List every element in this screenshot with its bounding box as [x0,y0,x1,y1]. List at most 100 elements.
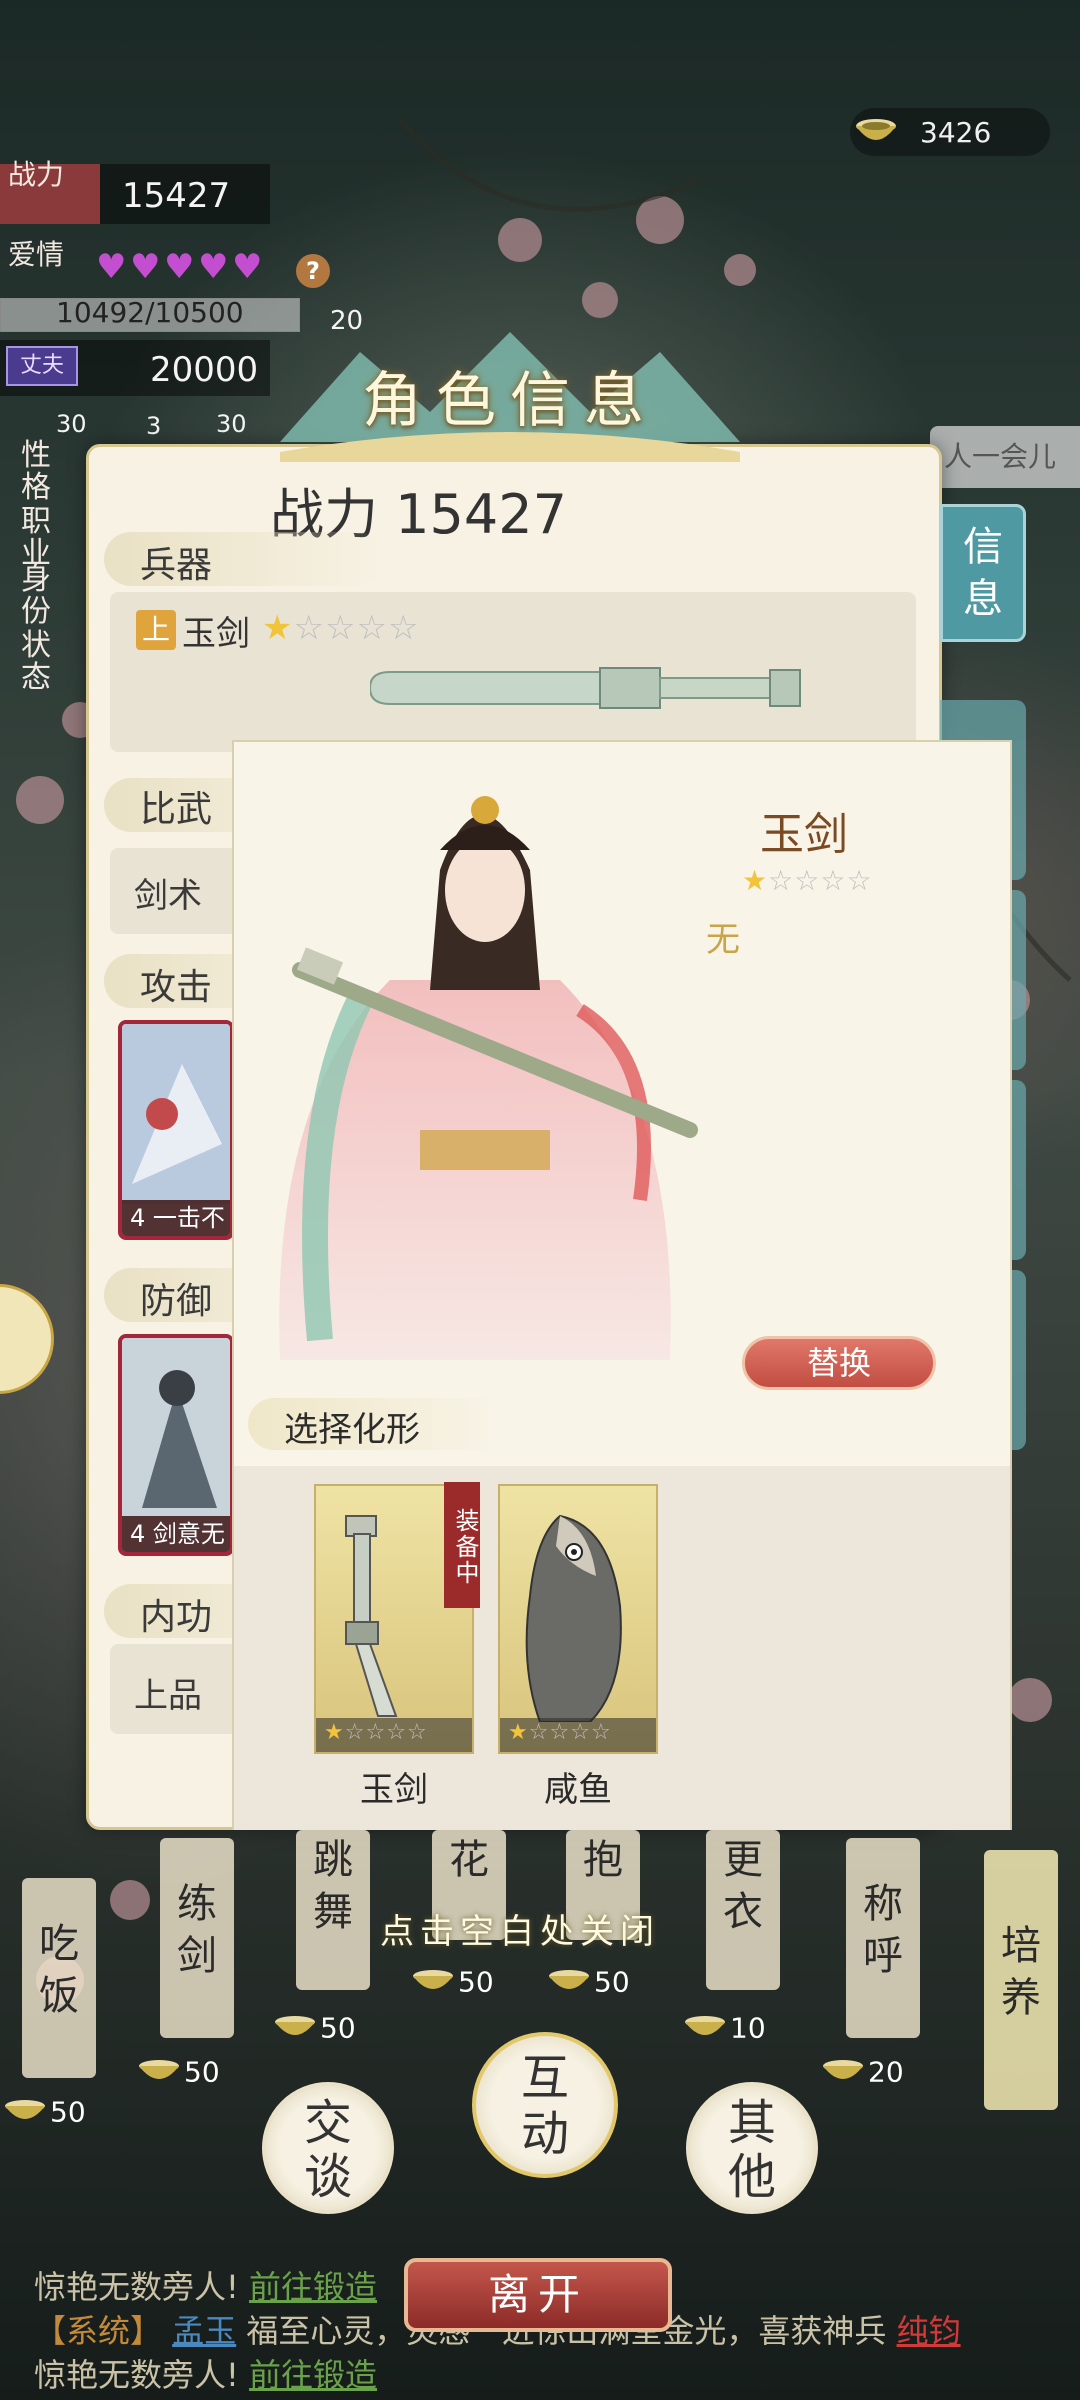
interact-button[interactable]: 互动 [472,2032,618,2178]
cost-hug: 50 [544,1962,630,2002]
heart-icon: ♥ [198,247,229,287]
small-count-2: 3 [146,412,162,440]
forge-link[interactable]: 前往锻造 [249,2268,377,2306]
cost-dance: 50 [270,2008,356,2048]
interact-label: 互动 [520,2050,569,2162]
defense-section-title: 防御 [140,1281,213,1322]
panel-title: 角色信息 [362,366,658,436]
tea-bowl-icon [275,2016,315,2035]
chat-text: 惊艳无数旁人! [34,2356,239,2394]
cost-title: 20 [818,2052,904,2092]
star-icon: ★ [262,608,294,648]
chat-line-3: 惊艳无数旁人! 前往锻造 [34,2350,377,2396]
defense-skill-card[interactable]: 4 剑意无 [118,1334,234,1556]
talk-button[interactable]: 交谈 [262,2082,394,2214]
star-icon: ☆ [356,608,388,648]
husband-badge: 丈夫 [6,346,78,386]
tab-info-label: 信息 [963,524,1003,622]
star-icon: ☆ [528,1720,550,1745]
attack-card-label: 4 一击不 [122,1200,230,1236]
star-icon: ☆ [768,864,795,897]
chat-system-tag: 【系统】 [34,2312,163,2350]
heart-icon: ♥ [130,247,161,287]
action-sword-label: 练剑 [177,1881,217,1979]
martial-section-title: 比武 [140,789,213,830]
salted-fish-icon [525,1514,622,1723]
other-button[interactable]: 其他 [686,2082,818,2214]
star-icon: ☆ [590,1720,612,1745]
action-eat[interactable]: 吃饭 [22,1878,96,2078]
small-count-1: 30 [56,410,87,438]
character-portrait [279,796,698,1360]
leave-button[interactable]: 离开 [404,2258,672,2332]
weapon-name: 玉剑 [182,614,250,654]
action-hug-label: 抱 [583,1837,623,1883]
action-eat-label: 吃饭 [39,1921,79,2019]
star-icon: ☆ [549,1720,571,1745]
action-dance-label: 跳舞 [313,1837,353,1935]
chat-text: 惊艳无数旁人! [34,2268,239,2306]
title-banner: 角色信息 [220,312,800,462]
talk-label: 交谈 [303,2095,352,2205]
action-train-label: 培养 [1001,1923,1041,2021]
star-icon: ☆ [846,864,873,897]
star-icon: ☆ [365,1720,387,1745]
action-train[interactable]: 培养 [984,1850,1058,2110]
weapon-stars: ★☆☆☆☆ [262,608,419,648]
star-icon: ☆ [386,1720,407,1745]
trait-status: 状态 [21,628,57,695]
skin-stars: ★☆☆☆☆ [324,1720,428,1745]
inner-section-title: 内功 [140,1597,213,1638]
tea-currency: 3426 [850,108,1050,156]
replace-button[interactable]: 替换 [742,1336,936,1390]
skin-star-bar: ★☆☆☆☆ [316,1718,472,1752]
help-icon[interactable]: ? [296,254,330,288]
inner-value: 上品 [134,1676,202,1716]
close-hint: 点击空白处关闭 [380,1912,660,1952]
popup-weapon-effect: 无 [706,920,740,960]
trait-personality: 性格 [21,438,57,505]
weapon-grade-badge: 上 [136,610,176,650]
currency-amount: 3426 [920,116,992,149]
right-hint: 人一会儿 [930,426,1080,488]
action-sword[interactable]: 练剑 [160,1838,234,2038]
cost-dance-value: 50 [320,2011,356,2045]
star-icon: ★ [742,864,769,897]
trait-identity: 身份 [21,562,57,629]
skin-stars: ★☆☆☆☆ [508,1720,612,1745]
action-dress-label: 更衣 [723,1837,763,1935]
jade-sword-icon [370,667,801,709]
skin-card-salted-fish[interactable]: ★☆☆☆☆ [498,1484,658,1754]
star-icon: ☆ [794,864,821,897]
tea-bowl-icon [685,2016,725,2035]
star-icon: ☆ [324,608,357,648]
skill-art [122,1338,230,1518]
cost-flower: 50 [408,1962,494,2002]
action-dance[interactable]: 跳舞 [296,1830,370,1990]
star-icon: ☆ [344,1720,366,1745]
attack-skill-card[interactable]: 4 一击不 [118,1020,234,1240]
chat-line-1: 惊艳无数旁人! 前往锻造 [34,2262,377,2308]
other-label: 其他 [727,2095,776,2205]
power-value: 15427 [122,176,231,216]
love-hearts: ♥ ♥ ♥ ♥ ♥ [96,247,266,287]
popup-weapon-title: 玉剑 [760,809,848,860]
action-dress[interactable]: 更衣 [706,1830,780,1990]
chat-player-name[interactable]: 孟玉 [172,2312,236,2350]
equipped-badge: 装备中 [444,1482,480,1608]
chat-item-link[interactable]: 纯钧 [897,2312,961,2350]
cost-eat-value: 50 [50,2095,86,2129]
action-title[interactable]: 称呼 [846,1838,920,2038]
star-icon: ☆ [820,864,847,897]
star-icon: ☆ [570,1720,591,1745]
tea-bowl-icon [139,2060,179,2079]
forge-link[interactable]: 前往锻造 [249,2356,377,2394]
tab-info[interactable]: 信息 [940,504,1026,642]
love-progress: 10492/10500 [56,296,244,329]
tea-bowl-icon [823,2060,863,2079]
skin-star-bar: ★☆☆☆☆ [500,1718,656,1752]
action-title-label: 称呼 [863,1881,903,1979]
defense-card-label: 4 剑意无 [122,1516,230,1552]
martial-value: 剑术 [134,876,202,916]
choose-form-title: 选择化形 [284,1410,420,1450]
